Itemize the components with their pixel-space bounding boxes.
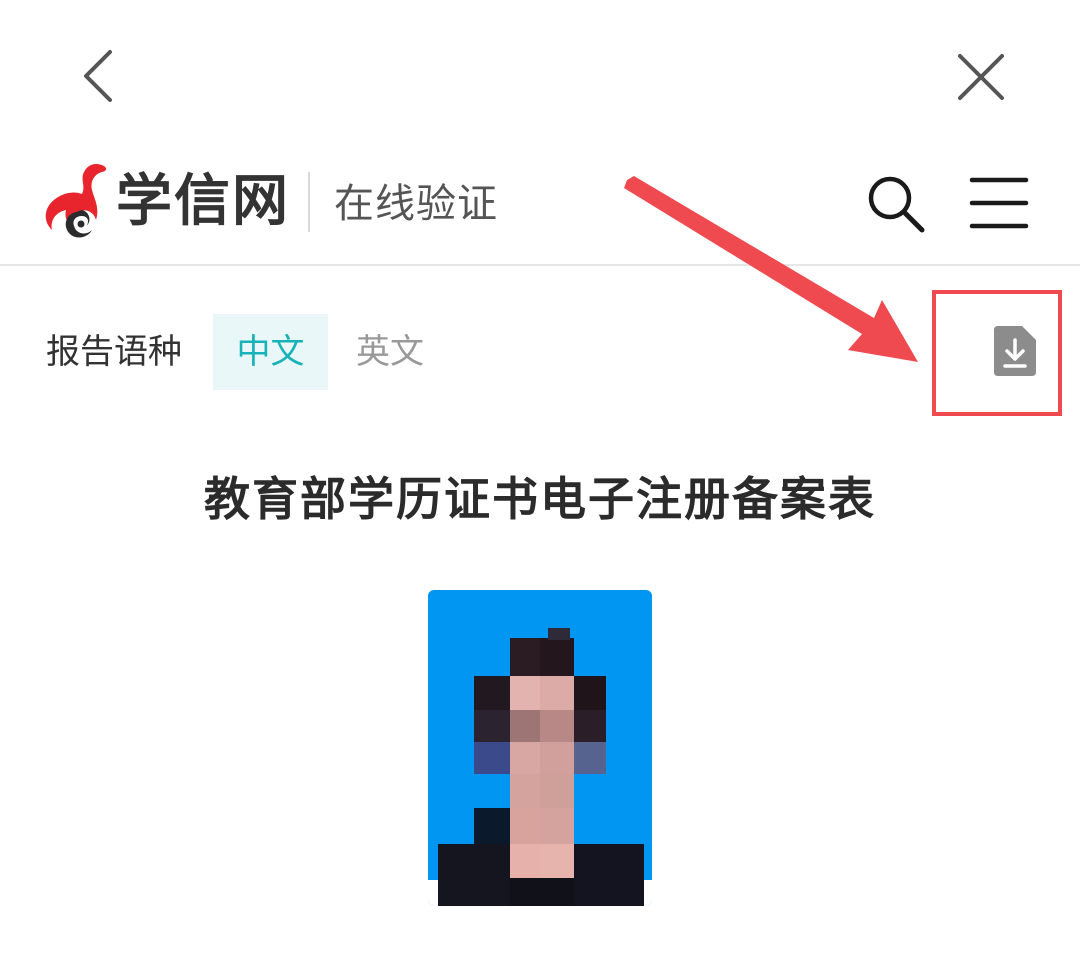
top-nav-bar <box>0 0 1080 150</box>
phoenix-logo[interactable] <box>42 160 114 242</box>
report-language-row: 报告语种 中文 英文 <box>0 290 1080 420</box>
language-tab-chinese[interactable]: 中文 <box>213 314 328 390</box>
search-button[interactable] <box>864 172 928 236</box>
report-language-label: 报告语种 <box>46 332 182 372</box>
page: 学信网 在线验证 报告语种 中文 英文 教育部学历证书电子注册备案表 <box>0 0 1080 970</box>
search-icon <box>868 176 925 233</box>
document-title: 教育部学历证书电子注册备案表 <box>204 472 876 526</box>
brand-subtitle: 在线验证 <box>334 181 498 227</box>
close-button[interactable] <box>950 48 1012 108</box>
menu-button[interactable] <box>968 174 1030 232</box>
file-download-icon <box>994 326 1036 376</box>
language-tab-english[interactable]: 英文 <box>340 314 440 390</box>
chevron-left-icon <box>84 50 112 102</box>
site-header: 学信网 在线验证 <box>0 150 1080 266</box>
brand-divider <box>308 172 310 232</box>
close-icon <box>958 54 1004 100</box>
hamburger-menu-icon <box>969 177 1029 229</box>
back-button[interactable] <box>72 44 132 108</box>
brand-name: 学信网 <box>116 169 290 234</box>
download-button[interactable] <box>994 326 1036 376</box>
id-photo <box>428 590 652 906</box>
